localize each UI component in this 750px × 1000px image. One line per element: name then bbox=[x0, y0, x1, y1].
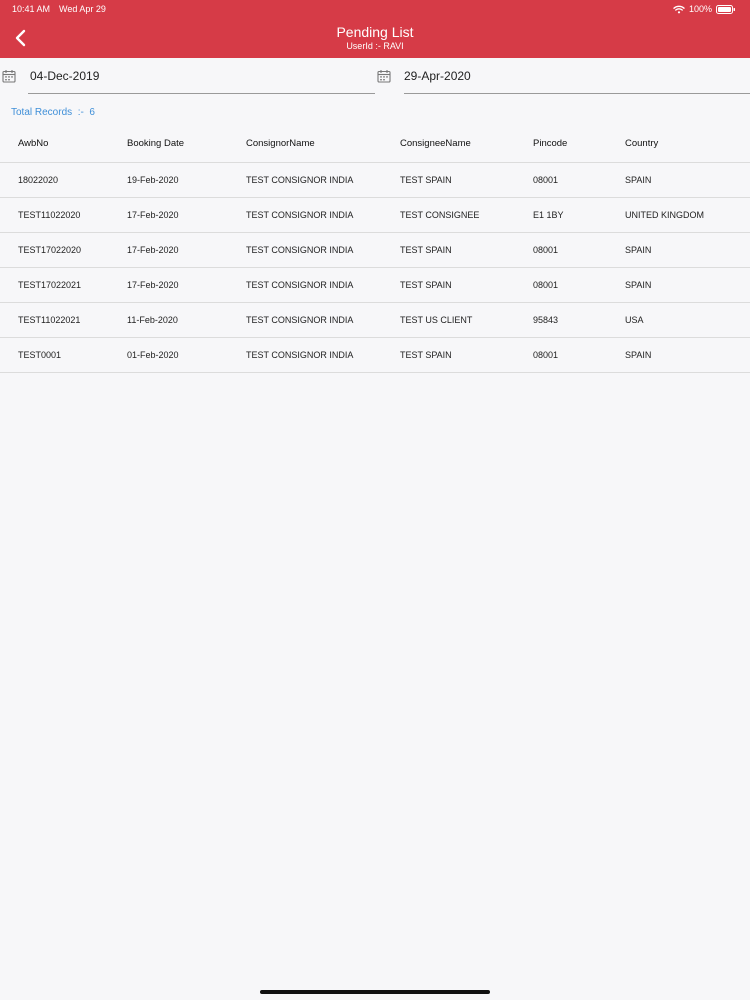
table-row[interactable]: TEST0001 01-Feb-2020 TEST CONSIGNOR INDI… bbox=[0, 338, 750, 373]
home-indicator[interactable] bbox=[260, 990, 490, 994]
from-date-field[interactable]: 04-Dec-2019 bbox=[0, 62, 376, 94]
col-pincode: Pincode bbox=[533, 138, 568, 149]
date-filter-row: 04-Dec-2019 29-Apr-2020 bbox=[0, 62, 750, 96]
cell-awbno: TEST11022020 bbox=[18, 210, 81, 220]
to-date-underline bbox=[404, 93, 750, 94]
pending-table: AwbNo Booking Date ConsignorName Consign… bbox=[0, 125, 750, 373]
from-date-value[interactable]: 04-Dec-2019 bbox=[30, 69, 99, 83]
total-records-label: Total Records bbox=[11, 107, 73, 118]
wifi-icon bbox=[673, 5, 685, 14]
cell-consignor-name: TEST CONSIGNOR INDIA bbox=[246, 315, 354, 325]
cell-country: SPAIN bbox=[625, 175, 652, 185]
cell-consignor-name: TEST CONSIGNOR INDIA bbox=[246, 350, 354, 360]
cell-pincode: 08001 bbox=[533, 245, 559, 255]
table-header: AwbNo Booking Date ConsignorName Consign… bbox=[0, 125, 750, 163]
table-row[interactable]: TEST17022020 17-Feb-2020 TEST CONSIGNOR … bbox=[0, 233, 750, 268]
cell-awbno: TEST11022021 bbox=[18, 315, 81, 325]
cell-booking-date: 17-Feb-2020 bbox=[127, 280, 179, 290]
cell-country: SPAIN bbox=[625, 280, 652, 290]
calendar-icon[interactable] bbox=[2, 69, 16, 88]
cell-consignor-name: TEST CONSIGNOR INDIA bbox=[246, 210, 354, 220]
battery-icon bbox=[716, 4, 736, 14]
user-id-value: RAVI bbox=[383, 41, 404, 51]
table-row[interactable]: 18022020 19-Feb-2020 TEST CONSIGNOR INDI… bbox=[0, 163, 750, 198]
cell-booking-date: 17-Feb-2020 bbox=[127, 245, 179, 255]
table-row[interactable]: TEST11022021 11-Feb-2020 TEST CONSIGNOR … bbox=[0, 303, 750, 338]
status-bar: 10:41 AM Wed Apr 29 100% bbox=[0, 0, 750, 18]
col-booking-date: Booking Date bbox=[127, 138, 185, 149]
cell-pincode: 08001 bbox=[533, 175, 559, 185]
page-title: Pending List bbox=[336, 24, 414, 40]
table-row[interactable]: TEST11022020 17-Feb-2020 TEST CONSIGNOR … bbox=[0, 198, 750, 233]
calendar-icon[interactable] bbox=[377, 69, 391, 88]
cell-awbno: TEST17022020 bbox=[18, 245, 82, 255]
cell-country: SPAIN bbox=[625, 350, 652, 360]
cell-pincode: 08001 bbox=[533, 350, 559, 360]
cell-country: SPAIN bbox=[625, 245, 652, 255]
cell-consignee-name: TEST US CLIENT bbox=[400, 315, 473, 325]
cell-consignee-name: TEST CONSIGNEE bbox=[400, 210, 480, 220]
cell-pincode: E1 1BY bbox=[533, 210, 564, 220]
table-row[interactable]: TEST17022021 17-Feb-2020 TEST CONSIGNOR … bbox=[0, 268, 750, 303]
total-records-separator: :- bbox=[77, 107, 84, 118]
cell-awbno: 18022020 bbox=[18, 175, 59, 185]
cell-pincode: 95843 bbox=[533, 315, 559, 325]
cell-consignor-name: TEST CONSIGNOR INDIA bbox=[246, 175, 354, 185]
user-id-line: UserId :- RAVI bbox=[0, 41, 750, 52]
to-date-value[interactable]: 29-Apr-2020 bbox=[404, 69, 471, 83]
cell-booking-date: 19-Feb-2020 bbox=[127, 175, 179, 185]
cell-country: USA bbox=[625, 315, 644, 325]
cell-booking-date: 17-Feb-2020 bbox=[127, 210, 179, 220]
status-right: 100% bbox=[673, 0, 736, 18]
col-awbno: AwbNo bbox=[18, 138, 49, 149]
cell-consignor-name: TEST CONSIGNOR INDIA bbox=[246, 280, 354, 290]
cell-country: UNITED KINGDOM bbox=[625, 210, 705, 220]
status-date: Wed Apr 29 bbox=[59, 4, 106, 14]
from-date-underline bbox=[28, 93, 375, 94]
cell-consignee-name: TEST SPAIN bbox=[400, 175, 452, 185]
cell-booking-date: 11-Feb-2020 bbox=[127, 315, 178, 325]
col-consignee-name: ConsigneeName bbox=[400, 138, 471, 149]
cell-awbno: TEST17022021 bbox=[18, 280, 82, 290]
cell-pincode: 08001 bbox=[533, 280, 559, 290]
total-records: Total Records :- 6 bbox=[11, 107, 95, 118]
app-header: 10:41 AM Wed Apr 29 100% Pending List Us… bbox=[0, 0, 750, 58]
cell-booking-date: 01-Feb-2020 bbox=[127, 350, 179, 360]
col-country: Country bbox=[625, 138, 659, 149]
cell-consignee-name: TEST SPAIN bbox=[400, 280, 452, 290]
cell-consignee-name: TEST SPAIN bbox=[400, 350, 452, 360]
status-time: 10:41 AM bbox=[12, 4, 51, 14]
cell-consignee-name: TEST SPAIN bbox=[400, 245, 452, 255]
to-date-field[interactable]: 29-Apr-2020 bbox=[376, 62, 750, 94]
cell-consignor-name: TEST CONSIGNOR INDIA bbox=[246, 245, 354, 255]
col-consignor-name: ConsignorName bbox=[246, 138, 315, 149]
user-id-label: UserId :- bbox=[346, 41, 381, 51]
battery-percent: 100% bbox=[688, 4, 712, 14]
total-records-value: 6 bbox=[89, 107, 95, 118]
cell-awbno: TEST0001 bbox=[18, 350, 62, 360]
